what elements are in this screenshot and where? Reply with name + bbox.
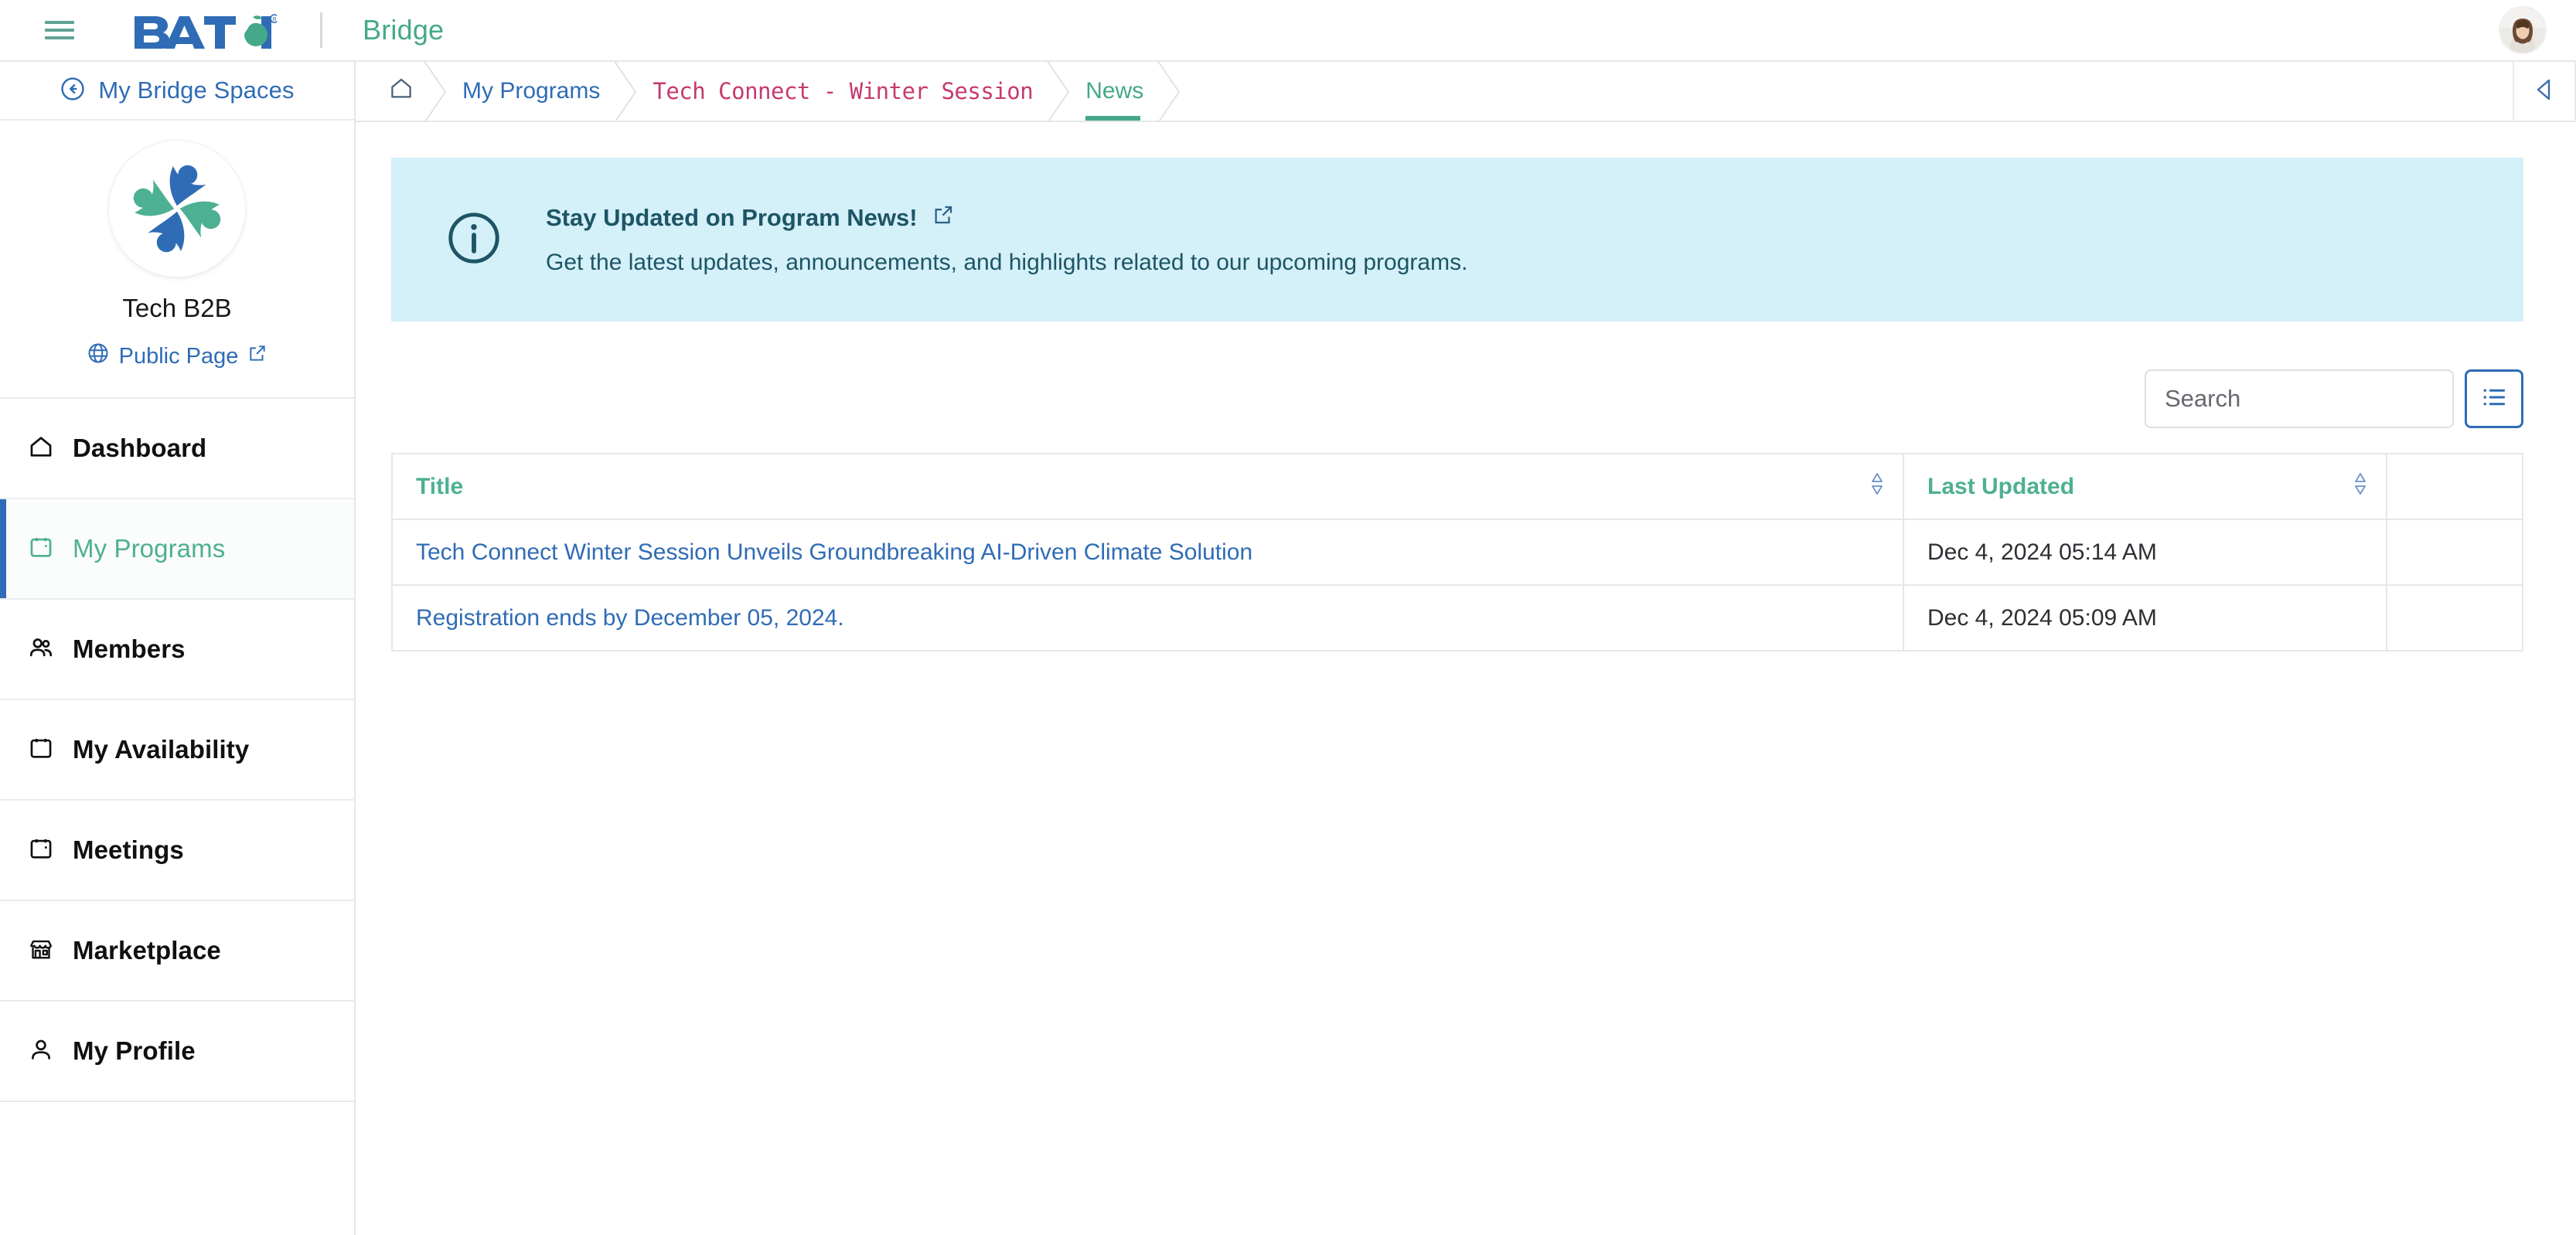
- sidebar: My Bridge Spaces Tech B2B Public Page Da…: [0, 62, 356, 1235]
- collapse-breadcrumb-button[interactable]: [2513, 62, 2576, 121]
- breadcrumb: My Programs Tech Connect - Winter Sessio…: [356, 60, 2576, 124]
- cell-actions: [2386, 519, 2523, 586]
- top-bar: R Bridge: [0, 0, 2576, 62]
- person-icon: [28, 1036, 54, 1067]
- sidebar-item-label: My Availability: [73, 735, 250, 764]
- hamburger-icon[interactable]: [45, 18, 76, 43]
- home-icon: [388, 75, 414, 107]
- breadcrumb-item-news[interactable]: News: [1059, 60, 1181, 124]
- table-row[interactable]: Registration ends by December 05, 2024. …: [391, 584, 2523, 652]
- external-link-icon[interactable]: [932, 203, 955, 233]
- cell-title: Tech Connect Winter Session Unveils Grou…: [391, 519, 1904, 586]
- sidebar-item-label: My Profile: [73, 1036, 196, 1065]
- hamburger-line: [45, 21, 74, 24]
- sort-updown-icon[interactable]: [2352, 471, 2369, 503]
- search-input[interactable]: [2145, 369, 2454, 428]
- calendar-icon: [28, 534, 54, 564]
- news-table: Title Last Updated Tech Connect Winter S…: [391, 453, 2523, 652]
- breadcrumb-list: My Programs Tech Connect - Winter Sessio…: [356, 60, 2513, 124]
- space-summary: Tech B2B Public Page: [0, 121, 354, 399]
- cell-title: Registration ends by December 05, 2024.: [391, 584, 1904, 652]
- breadcrumb-item-my-programs[interactable]: My Programs: [436, 60, 637, 124]
- sidebar-item-label: Members: [73, 635, 186, 663]
- breadcrumb-home[interactable]: [356, 60, 447, 124]
- table-header-row: Title Last Updated: [391, 453, 2523, 520]
- chevron-right-icon: [1153, 60, 1187, 124]
- tech-b2b-pinwheel-logo: [109, 141, 245, 277]
- list-view-button[interactable]: [2465, 369, 2523, 428]
- column-header-label: Title: [416, 473, 464, 499]
- public-page-link[interactable]: Public Page: [87, 342, 268, 371]
- sidebar-item-my-programs[interactable]: My Programs: [0, 499, 354, 600]
- back-to-bridge-spaces[interactable]: My Bridge Spaces: [0, 62, 354, 121]
- cell-actions: [2386, 584, 2523, 652]
- sidebar-item-label: Meetings: [73, 835, 184, 864]
- main-content: Stay Updated on Program News! Get the la…: [356, 122, 2576, 1235]
- batoi-logo[interactable]: R: [133, 9, 277, 52]
- column-header-title[interactable]: Title: [391, 453, 1904, 520]
- info-banner-text: Stay Updated on Program News! Get the la…: [546, 203, 1467, 276]
- users-icon: [28, 635, 54, 665]
- table-row[interactable]: Tech Connect Winter Session Unveils Grou…: [391, 519, 2523, 586]
- news-title-link[interactable]: Tech Connect Winter Session Unveils Grou…: [416, 539, 1252, 565]
- home-icon: [28, 434, 54, 464]
- column-header-actions: [2386, 453, 2523, 520]
- sidebar-item-label: Dashboard: [73, 434, 207, 462]
- list-icon: [2479, 383, 2509, 416]
- calendar-icon: [28, 835, 54, 866]
- column-header-last-updated[interactable]: Last Updated: [1903, 453, 2387, 520]
- back-link-label: My Bridge Spaces: [98, 77, 295, 104]
- column-header-label: Last Updated: [1927, 473, 2075, 499]
- public-page-label: Public Page: [118, 343, 239, 369]
- storefront-icon: [28, 936, 54, 966]
- arrow-left-circle-icon: [60, 76, 86, 106]
- info-banner-description: Get the latest updates, announcements, a…: [546, 250, 1468, 275]
- news-title-link[interactable]: Registration ends by December 05, 2024.: [416, 605, 844, 631]
- globe-icon: [87, 342, 110, 371]
- breadcrumb-label: My Programs: [462, 78, 601, 104]
- sidebar-item-members[interactable]: Members: [0, 600, 354, 700]
- product-name: Bridge: [363, 14, 445, 46]
- sidebar-item-my-availability[interactable]: My Availability: [0, 700, 354, 801]
- hamburger-line: [45, 29, 74, 32]
- brand-divider: [320, 12, 322, 48]
- sidebar-item-label: My Programs: [73, 534, 226, 563]
- svg-text:R: R: [272, 17, 276, 22]
- sidebar-item-label: Marketplace: [73, 936, 221, 965]
- breadcrumb-label: News: [1085, 78, 1144, 104]
- sidebar-item-meetings[interactable]: Meetings: [0, 801, 354, 901]
- avatar[interactable]: [2499, 6, 2547, 54]
- info-circle-icon: [444, 208, 504, 272]
- info-banner: Stay Updated on Program News! Get the la…: [391, 158, 2523, 322]
- space-name: Tech B2B: [122, 294, 232, 322]
- table-body: Tech Connect Winter Session Unveils Grou…: [391, 519, 2523, 652]
- breadcrumb-label: Tech Connect - Winter Session: [653, 78, 1034, 104]
- breadcrumb-item-program[interactable]: Tech Connect - Winter Session: [626, 60, 1070, 124]
- sidebar-item-marketplace[interactable]: Marketplace: [0, 901, 354, 1002]
- sidebar-item-my-profile[interactable]: My Profile: [0, 1002, 354, 1102]
- cell-last-updated: Dec 4, 2024 05:09 AM: [1903, 584, 2387, 652]
- table-head: Title Last Updated: [391, 453, 2523, 520]
- sidebar-nav: Dashboard My Programs Members My Availab…: [0, 399, 354, 1102]
- cell-last-updated: Dec 4, 2024 05:14 AM: [1903, 519, 2387, 586]
- info-banner-title: Stay Updated on Program News!: [546, 203, 1467, 233]
- sidebar-item-dashboard[interactable]: Dashboard: [0, 399, 354, 499]
- external-link-icon: [247, 343, 267, 369]
- calendar-icon: [28, 735, 54, 765]
- triangle-left-icon: [2533, 77, 2556, 106]
- hamburger-line: [45, 36, 74, 39]
- table-toolbar: [391, 368, 2523, 430]
- info-banner-title-text: Stay Updated on Program News!: [546, 204, 918, 231]
- sort-updown-icon[interactable]: [1869, 471, 1886, 503]
